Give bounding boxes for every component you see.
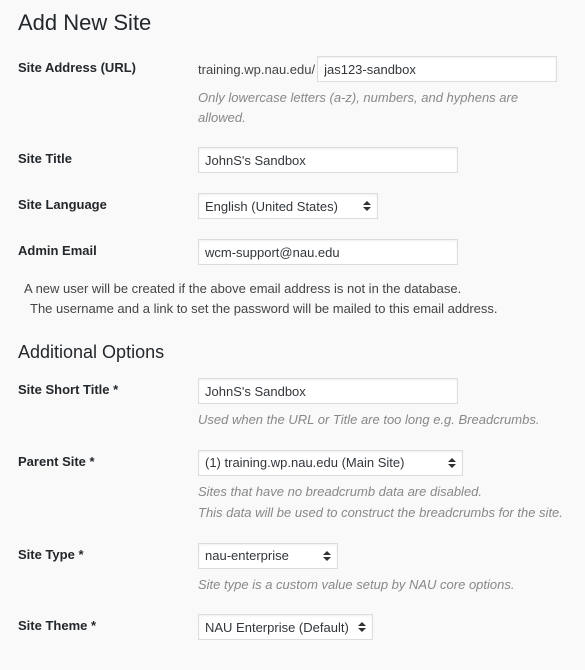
notice-line2: The username and a link to set the passw… <box>30 299 567 319</box>
label-site-language: Site Language <box>18 193 198 212</box>
label-site-type: Site Type * <box>18 543 198 562</box>
row-site-title: Site Title <box>18 147 567 173</box>
label-site-address: Site Address (URL) <box>18 56 198 75</box>
label-admin-email: Admin Email <box>18 239 198 258</box>
site-address-prefix: training.wp.nau.edu/ <box>198 62 315 77</box>
row-parent-site: Parent Site * (1) training.wp.nau.edu (M… <box>18 450 567 523</box>
notice-line1: A new user will be created if the above … <box>24 279 567 299</box>
label-parent-site: Parent Site * <box>18 450 198 469</box>
additional-options-heading: Additional Options <box>18 342 567 363</box>
site-address-description: Only lowercase letters (a-z), numbers, a… <box>198 88 567 127</box>
admin-email-input[interactable] <box>198 239 458 265</box>
row-site-address: Site Address (URL) training.wp.nau.edu/ … <box>18 56 567 127</box>
site-title-input[interactable] <box>198 147 458 173</box>
parent-site-select[interactable]: (1) training.wp.nau.edu (Main Site) <box>198 450 463 476</box>
site-language-select[interactable]: English (United States) <box>198 193 378 219</box>
parent-site-description2: This data will be used to construct the … <box>198 503 567 523</box>
row-site-language: Site Language English (United States) <box>18 193 567 219</box>
page-title: Add New Site <box>18 10 567 36</box>
admin-email-notice: A new user will be created if the above … <box>24 279 567 318</box>
row-site-theme: Site Theme * NAU Enterprise (Default) <box>18 614 567 640</box>
label-site-theme: Site Theme * <box>18 614 198 633</box>
site-type-description: Site type is a custom value setup by NAU… <box>198 575 567 595</box>
short-title-input[interactable] <box>198 378 458 404</box>
row-admin-email: Admin Email <box>18 239 567 265</box>
label-site-title: Site Title <box>18 147 198 166</box>
site-type-select[interactable]: nau-enterprise <box>198 543 338 569</box>
site-theme-select[interactable]: NAU Enterprise (Default) <box>198 614 373 640</box>
parent-site-description1: Sites that have no breadcrumb data are d… <box>198 482 567 502</box>
site-address-input[interactable] <box>317 56 557 82</box>
label-short-title: Site Short Title * <box>18 378 198 397</box>
short-title-description: Used when the URL or Title are too long … <box>198 410 567 430</box>
row-short-title: Site Short Title * Used when the URL or … <box>18 378 567 430</box>
row-site-type: Site Type * nau-enterprise Site type is … <box>18 543 567 595</box>
